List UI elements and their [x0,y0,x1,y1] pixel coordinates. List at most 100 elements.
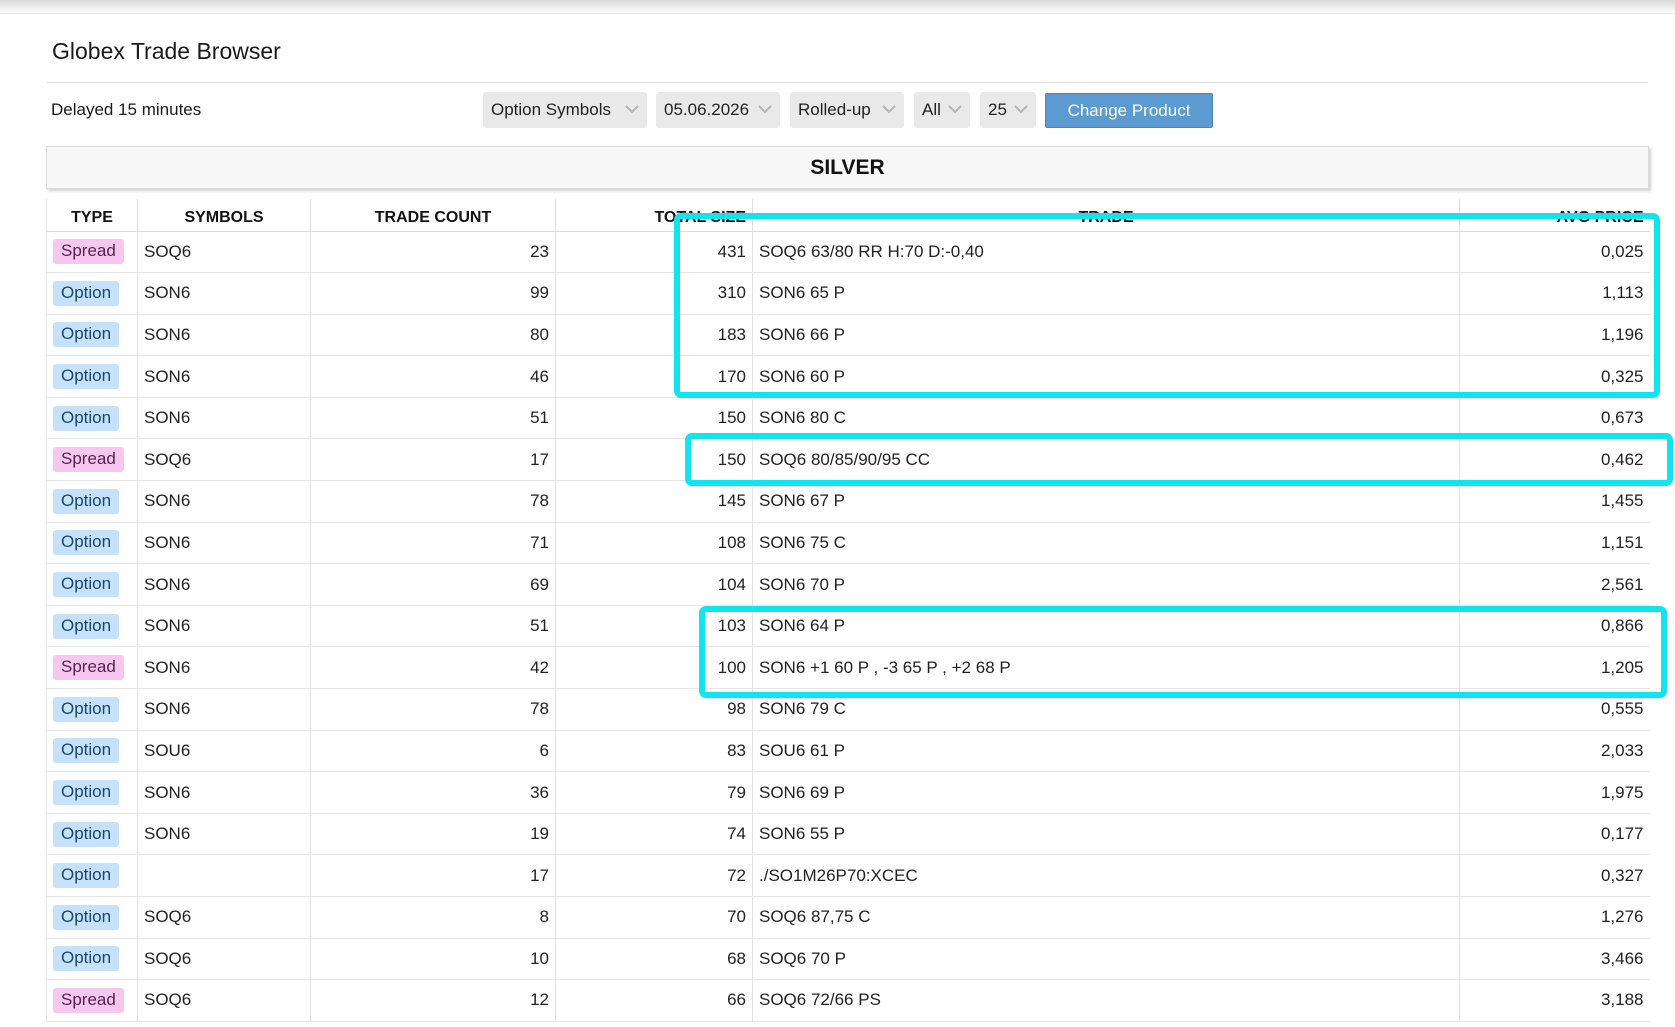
table-row[interactable]: Spread SOQ6 17 150 SOQ6 80/85/90/95 CC 0,462 [46,438,1650,482]
trade-cell[interactable]: SON6 80 C [752,397,1460,440]
avg-price-cell: 3,188 [1459,979,1650,1022]
avg-price-cell: 2,033 [1459,730,1650,773]
table-row[interactable]: Option SON6 46 170 SON6 60 P 0,325 [46,355,1650,398]
symbol-cell[interactable]: SOU6 [137,730,311,773]
type-cell: Option [46,480,138,523]
symbol-cell[interactable]: SON6 [137,355,311,398]
trade-cell[interactable]: ./SO1M26P70:XCEC [752,854,1460,897]
symbol-cell[interactable]: SON6 [137,813,311,856]
symbol-cell[interactable]: SON6 [137,314,311,357]
table-row[interactable]: Spread SON6 42 100 SON6 +1 60 P , -3 65 P , … [46,646,1650,690]
symbol-cell[interactable]: SON6 [137,397,311,440]
trade-cell[interactable]: SOU6 61 P [752,730,1460,773]
trade-cell[interactable]: SOQ6 63/80 RR H:70 D:-0,40 [752,231,1460,274]
trade-cell[interactable]: SON6 79 C [752,688,1460,731]
table-row[interactable]: Option SON6 19 74 SON6 55 P 0,177 [46,813,1650,856]
column-header-total-size[interactable]: TOTAL SIZE [555,199,753,232]
table-row[interactable]: Option SOQ6 10 68 SOQ6 70 P 3,466 [46,938,1650,981]
trade-cell[interactable]: SON6 69 P [752,771,1460,814]
trade-cell[interactable]: SOQ6 80/85/90/95 CC [752,438,1460,482]
symbol-mode-select[interactable]: Option Symbols [483,92,647,128]
change-product-button[interactable]: Change Product [1045,93,1213,128]
symbol-cell[interactable]: SON6 [137,688,311,731]
table-row[interactable]: Option SON6 99 310 SON6 65 P 1,113 [46,272,1650,315]
delay-note: Delayed 15 minutes [51,100,202,119]
trade-cell[interactable]: SOQ6 87,75 C [752,896,1460,939]
page-title: Globex Trade Browser [52,38,281,64]
symbol-cell[interactable]: SOQ6 [137,938,311,981]
total-size-cell: 145 [555,480,753,523]
trade-cell[interactable]: SON6 65 P [752,272,1460,315]
symbol-cell[interactable]: SON6 [137,646,311,690]
trade-count-cell: 19 [310,813,556,856]
product-header: SILVER [46,146,1649,189]
trade-cell[interactable]: SON6 66 P [752,314,1460,357]
table-header-row: TYPE SYMBOLS TRADE COUNT TOTAL SIZE TRAD… [46,199,1650,232]
symbol-cell[interactable]: SON6 [137,272,311,315]
table-row[interactable]: Option SON6 36 79 SON6 69 P 1,975 [46,771,1650,814]
total-size-cell: 74 [555,813,753,856]
table-row[interactable]: Spread SOQ6 12 66 SOQ6 72/66 PS 3,188 [46,979,1650,1022]
type-badge: Option [53,530,120,556]
type-cell: Option [46,854,138,897]
table-row[interactable]: Option SON6 71 108 SON6 75 C 1,151 [46,522,1650,565]
table-row[interactable]: Option SON6 51 103 SON6 64 P 0,866 [46,605,1650,648]
table-row[interactable]: Spread SOQ6 23 431 SOQ6 63/80 RR H:70 D:-0,4… [46,231,1650,274]
type-cell: Option [46,314,138,357]
type-badge: Option [53,364,120,390]
column-header-type[interactable]: TYPE [46,199,138,232]
trade-count-cell: 36 [310,771,556,814]
table-row[interactable]: Option SON6 78 145 SON6 67 P 1,455 [46,480,1650,523]
rows-per-page-select[interactable]: 25 [980,92,1036,128]
table-row[interactable]: Option SON6 80 183 SON6 66 P 1,196 [46,314,1650,357]
trade-cell[interactable]: SOQ6 72/66 PS [752,979,1460,1022]
type-cell: Option [46,813,138,856]
avg-price-cell: 0,025 [1459,231,1650,274]
total-size-cell: 83 [555,730,753,773]
trade-cell[interactable]: SON6 55 P [752,813,1460,856]
symbol-cell[interactable]: SOQ6 [137,979,311,1022]
trade-cell[interactable]: SON6 64 P [752,605,1460,648]
symbol-cell[interactable]: SOQ6 [137,896,311,939]
total-size-cell: 170 [555,355,753,398]
table-row[interactable]: Option SOQ6 8 70 SOQ6 87,75 C 1,276 [46,896,1650,939]
type-select[interactable]: All [914,92,970,128]
grouping-select[interactable]: Rolled-up [790,92,904,128]
total-size-cell: 150 [555,397,753,440]
table-row[interactable]: Option 17 72 ./SO1M26P70:XCEC 0,327 [46,854,1650,897]
symbol-cell[interactable]: SON6 [137,605,311,648]
symbol-cell[interactable]: SOQ6 [137,438,311,482]
type-badge: Option [53,863,120,889]
trade-cell[interactable]: SON6 70 P [752,563,1460,606]
symbol-cell[interactable] [137,854,311,897]
column-header-trade[interactable]: TRADE [752,199,1460,232]
trade-count-cell: 17 [310,854,556,897]
chevron-down-icon [758,105,772,114]
trade-cell[interactable]: SON6 75 C [752,522,1460,565]
column-header-avg-price[interactable]: AVG PRICE [1459,199,1650,232]
trade-count-cell: 99 [310,272,556,315]
table-row[interactable]: Option SOU6 6 83 SOU6 61 P 2,033 [46,730,1650,773]
type-cell: Option [46,938,138,981]
symbol-cell[interactable]: SON6 [137,522,311,565]
chevron-down-icon [882,105,896,114]
symbol-cell[interactable]: SON6 [137,771,311,814]
table-row[interactable]: Option SON6 69 104 SON6 70 P 2,561 [46,563,1650,606]
date-select[interactable]: 05.06.2026 [656,92,780,128]
trade-count-cell: 23 [310,231,556,274]
trade-cell[interactable]: SOQ6 70 P [752,938,1460,981]
chevron-down-icon [948,105,962,114]
table-row[interactable]: Option SON6 51 150 SON6 80 C 0,673 [46,397,1650,440]
table-row[interactable]: Option SON6 78 98 SON6 79 C 0,555 [46,688,1650,731]
symbol-cell[interactable]: SON6 [137,563,311,606]
type-cell: Option [46,355,138,398]
trade-cell[interactable]: SON6 +1 60 P , -3 65 P , +2 68 P [752,646,1460,690]
symbol-cell[interactable]: SON6 [137,480,311,523]
trade-count-cell: 8 [310,896,556,939]
symbol-cell[interactable]: SOQ6 [137,231,311,274]
trade-cell[interactable]: SON6 60 P [752,355,1460,398]
column-header-trade-count[interactable]: TRADE COUNT [310,199,556,232]
trade-cell[interactable]: SON6 67 P [752,480,1460,523]
column-header-symbols[interactable]: SYMBOLS [137,199,311,232]
avg-price-cell: 1,276 [1459,896,1650,939]
